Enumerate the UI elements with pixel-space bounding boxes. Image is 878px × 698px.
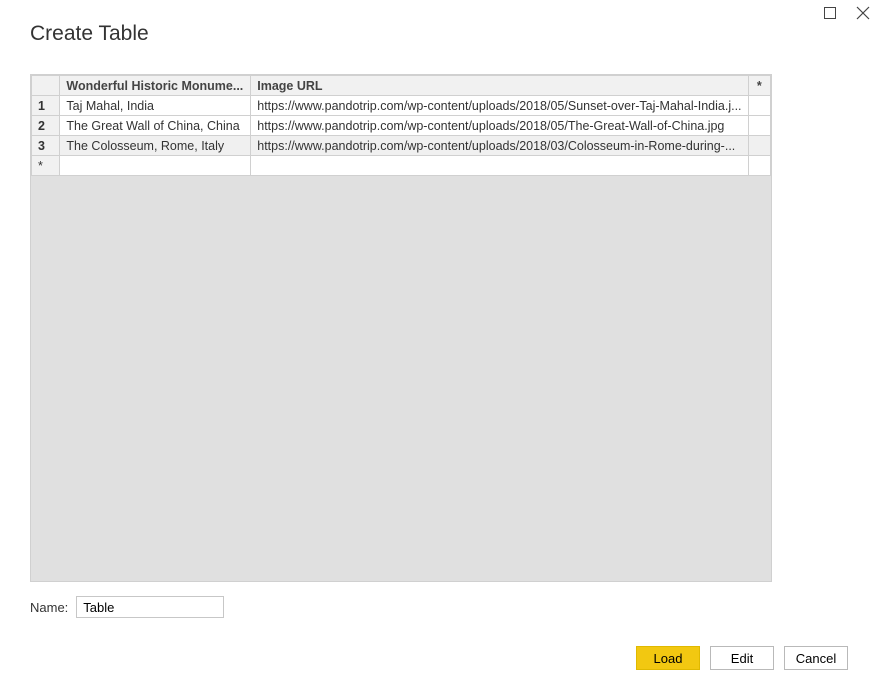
add-column-header[interactable]: * — [748, 76, 770, 96]
close-icon[interactable] — [856, 6, 870, 20]
cancel-button[interactable]: Cancel — [784, 646, 848, 670]
cell[interactable]: Taj Mahal, India — [60, 96, 251, 116]
cell-empty[interactable] — [748, 96, 770, 116]
cell-empty[interactable] — [748, 136, 770, 156]
new-row-marker[interactable]: * — [32, 156, 60, 176]
dialog-buttons: Load Edit Cancel — [636, 646, 848, 670]
header-row: Wonderful Historic Monume... Image URL * — [32, 76, 771, 96]
table-row[interactable]: 3 The Colosseum, Rome, Italyhttps://www.… — [32, 136, 771, 156]
cell-empty[interactable] — [251, 156, 748, 176]
window-controls — [824, 6, 870, 20]
create-table-dialog: Create Table Wonderful Historic Monume..… — [0, 0, 878, 698]
cell-empty[interactable] — [748, 116, 770, 136]
cell[interactable]: https://www.pandotrip.com/wp-content/upl… — [251, 136, 748, 156]
new-row[interactable]: * — [32, 156, 771, 176]
cell[interactable]: The Colosseum, Rome, Italy — [60, 136, 251, 156]
name-input[interactable] — [76, 596, 224, 618]
dialog-title: Create Table — [30, 22, 149, 46]
column-header-2[interactable]: Image URL — [251, 76, 748, 96]
row-number[interactable]: 2 — [32, 116, 60, 136]
table-row[interactable]: 1Taj Mahal, Indiahttps://www.pandotrip.c… — [32, 96, 771, 116]
edit-button[interactable]: Edit — [710, 646, 774, 670]
cell[interactable]: https://www.pandotrip.com/wp-content/upl… — [251, 96, 748, 116]
cell-empty[interactable] — [748, 156, 770, 176]
row-header-corner[interactable] — [32, 76, 60, 96]
load-button[interactable]: Load — [636, 646, 700, 670]
name-label: Name: — [30, 600, 68, 615]
name-row: Name: — [30, 596, 224, 618]
row-number[interactable]: 1 — [32, 96, 60, 116]
data-grid[interactable]: Wonderful Historic Monume... Image URL *… — [31, 75, 771, 176]
data-grid-area: Wonderful Historic Monume... Image URL *… — [30, 74, 772, 582]
maximize-icon[interactable] — [824, 7, 836, 19]
table-row[interactable]: 2The Great Wall of China, Chinahttps://w… — [32, 116, 771, 136]
row-number[interactable]: 3 — [32, 136, 60, 156]
cell-empty[interactable] — [60, 156, 251, 176]
cell[interactable]: The Great Wall of China, China — [60, 116, 251, 136]
column-header-1[interactable]: Wonderful Historic Monume... — [60, 76, 251, 96]
cell[interactable]: https://www.pandotrip.com/wp-content/upl… — [251, 116, 748, 136]
